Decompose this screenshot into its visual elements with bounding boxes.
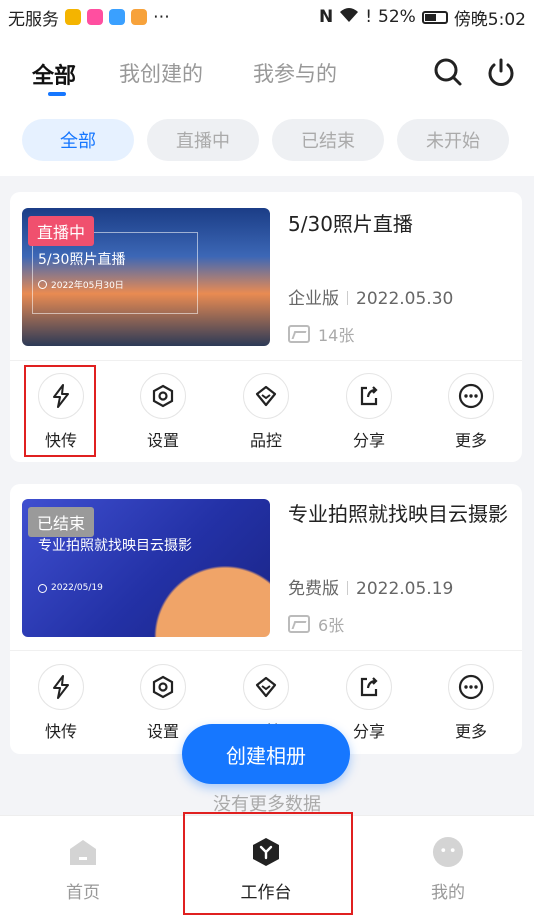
settings-icon — [140, 373, 186, 419]
notification-app-icon — [131, 9, 147, 25]
tab-profile[interactable]: 我的 — [398, 836, 498, 903]
meta-divider — [347, 581, 348, 595]
notification-app-icon — [65, 9, 81, 25]
active-tab-indicator — [48, 92, 66, 96]
settings-button[interactable]: 设置 — [128, 373, 198, 451]
filter-ended[interactable]: 已结束 — [272, 119, 384, 161]
create-album-button[interactable]: 创建相册 — [182, 724, 350, 784]
battery-percent: 52% — [378, 7, 416, 27]
status-badge: 直播中 — [28, 216, 95, 246]
edition-label: 企业版 — [288, 289, 339, 309]
share-button[interactable]: 分享 — [334, 373, 404, 451]
album-cover[interactable]: 已结束 专业拍照就找映目云摄影 2022/05/19 — [22, 499, 270, 637]
tab-all[interactable]: 全部 — [32, 58, 76, 90]
status-badge: 已结束 — [28, 507, 95, 537]
nfc-icon: N — [318, 7, 334, 27]
album-date: 2022.05.19 — [356, 579, 454, 599]
more-icon — [448, 373, 494, 419]
quality-control-button[interactable]: 品控 — [231, 373, 301, 451]
filter-live[interactable]: 直播中 — [147, 119, 259, 161]
album-meta: 免费版 2022.05.19 — [288, 574, 453, 599]
cover-date-text: 2022年05月30日 — [51, 281, 124, 291]
action-label: 更多 — [454, 431, 487, 450]
status-filter-bar: 全部 直播中 已结束 未开始 — [0, 114, 534, 176]
more-notifications-icon: ⋯ — [153, 7, 170, 27]
battery-icon — [421, 10, 448, 24]
share-icon — [346, 664, 392, 710]
tab-joined-by-me[interactable]: 我参与的 — [253, 58, 337, 88]
action-label: 快传 — [44, 722, 77, 741]
home-icon — [67, 836, 99, 868]
more-button[interactable]: 更多 — [436, 664, 506, 742]
quality-icon — [243, 664, 289, 710]
search-icon[interactable] — [432, 56, 464, 88]
action-label: 品控 — [249, 431, 282, 450]
share-icon — [346, 373, 392, 419]
cover-title: 5/30照片直播 — [38, 252, 126, 268]
photo-count: 6张 — [288, 612, 344, 636]
divider — [10, 650, 522, 651]
edition-label: 免费版 — [288, 579, 339, 599]
meta-divider — [347, 291, 348, 305]
action-label: 分享 — [352, 431, 385, 450]
tab-home[interactable]: 首页 — [33, 836, 133, 903]
cover-date-text: 2022/05/19 — [51, 583, 103, 593]
filter-not-started[interactable]: 未开始 — [397, 119, 509, 161]
album-cover[interactable]: 直播中 5/30照片直播 2022年05月30日 — [22, 208, 270, 346]
settings-button[interactable]: 设置 — [128, 664, 198, 742]
image-icon — [288, 325, 310, 343]
divider — [10, 360, 522, 361]
album-date: 2022.05.30 — [356, 289, 454, 309]
quick-upload-button[interactable]: 快传 — [26, 664, 96, 742]
highlight-box — [183, 812, 353, 915]
share-button[interactable]: 分享 — [334, 664, 404, 742]
more-button[interactable]: 更多 — [436, 373, 506, 451]
tab-label: 我的 — [431, 883, 465, 903]
alert-icon: ! — [365, 7, 373, 27]
album-title: 5/30照片直播 — [288, 212, 413, 236]
carrier-text: 无服务 — [8, 9, 59, 30]
status-bar: 无服务 ⋯ N ! 52% 傍晚5:02 — [0, 0, 534, 34]
cover-title: 专业拍照就找映目云摄影 — [38, 538, 192, 554]
power-icon[interactable] — [485, 56, 517, 88]
clock-icon — [38, 583, 47, 593]
clock-time: 傍晚5:02 — [453, 9, 526, 30]
notification-app-icon — [87, 9, 103, 25]
settings-icon — [140, 664, 186, 710]
profile-icon — [432, 836, 464, 868]
wifi-icon — [339, 7, 359, 28]
notification-app-icon — [109, 9, 125, 25]
more-icon — [448, 664, 494, 710]
photo-count-text: 14张 — [318, 326, 355, 345]
album-card[interactable]: 已结束 专业拍照就找映目云摄影 2022/05/19 专业拍照就找映目云摄影 免… — [10, 484, 522, 754]
quality-icon — [243, 373, 289, 419]
image-icon — [288, 615, 310, 633]
tab-created-by-me[interactable]: 我创建的 — [119, 58, 203, 88]
photo-count-text: 6张 — [318, 616, 345, 635]
album-meta: 企业版 2022.05.30 — [288, 284, 453, 309]
top-tabs: 全部 我创建的 我参与的 — [0, 34, 534, 114]
action-label: 设置 — [146, 431, 179, 450]
cover-date: 2022年05月30日 — [38, 278, 124, 291]
tab-label: 首页 — [66, 883, 100, 903]
cover-date: 2022/05/19 — [38, 583, 103, 593]
album-title: 专业拍照就找映目云摄影 — [288, 502, 508, 526]
lightning-icon — [38, 664, 84, 710]
clock-icon — [38, 280, 47, 289]
action-label: 更多 — [454, 722, 487, 741]
highlight-box — [24, 365, 96, 457]
photo-count: 14张 — [288, 322, 354, 346]
filter-all[interactable]: 全部 — [22, 119, 134, 161]
